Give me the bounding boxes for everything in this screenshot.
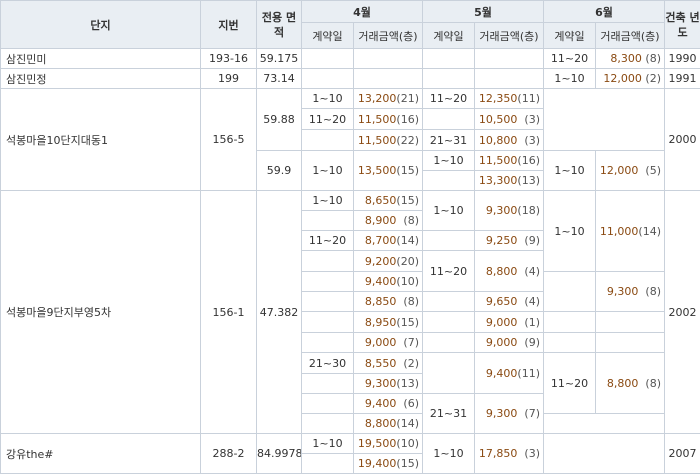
- contract-day: 1~10: [302, 151, 354, 191]
- contract-day: 21~30: [302, 353, 354, 374]
- header-complex: 단지: [1, 1, 201, 49]
- contract-day: 1~10: [302, 191, 354, 211]
- built-year: 1990: [665, 49, 700, 69]
- built-year: 2000: [665, 89, 700, 191]
- built-year: 2002: [665, 191, 700, 434]
- lot-number: 193-16: [201, 49, 257, 69]
- amount-cell: 8,800 (8): [596, 353, 665, 414]
- amount-cell: 19,400(15): [354, 454, 423, 474]
- lot-number: 288-2: [201, 434, 257, 474]
- area-value: 59.9: [257, 151, 302, 191]
- header-area: 전용 면적: [257, 1, 302, 49]
- contract-day: 1~10: [423, 151, 475, 171]
- area-value: 84.9978: [257, 434, 302, 474]
- contract-day: 11~20: [302, 109, 354, 130]
- header-lot: 지번: [201, 1, 257, 49]
- contract-day: 11~20: [544, 49, 596, 69]
- lot-number: 156-1: [201, 191, 257, 434]
- area-value: 59.175: [257, 49, 302, 69]
- contract-day: 1~10: [544, 151, 596, 191]
- header-contract-day: 계약일: [423, 23, 475, 49]
- amount-cell: 11,500(22): [354, 130, 423, 151]
- amount-cell: 9,300 (8): [596, 272, 665, 312]
- complex-name: 삼진민정: [1, 69, 201, 89]
- amount-cell: 12,000 (5): [596, 151, 665, 191]
- table-row: 석봉마을10단지대동1 156-5 59.88 1~10 13,200(21) …: [1, 89, 700, 109]
- contract-day: 1~10: [544, 69, 596, 89]
- area-value: 73.14: [257, 69, 302, 89]
- contract-day: 1~10: [302, 434, 354, 454]
- contract-day: 1~10: [423, 191, 475, 231]
- amount-cell: 9,650 (4): [475, 292, 544, 312]
- amount-cell: 19,500(10): [354, 434, 423, 454]
- contract-day: 11~20: [423, 89, 475, 109]
- amount-cell: 10,500 (3): [475, 109, 544, 130]
- amount-cell: 9,300 (7): [475, 394, 544, 434]
- amount-cell: 11,000(14): [596, 191, 665, 272]
- complex-name: 삼진민미: [1, 49, 201, 69]
- table-row: 강유the# 288-2 84.9978 1~10 19,500(10) 1~1…: [1, 434, 700, 454]
- contract-day: 1~10: [544, 191, 596, 272]
- complex-name: 석봉마을10단지대동1: [1, 89, 201, 191]
- header-contract-day: 계약일: [544, 23, 596, 49]
- area-value: 47.382: [257, 191, 302, 434]
- complex-name: 강유the#: [1, 434, 201, 474]
- header-amount: 거래금액(층): [475, 23, 544, 49]
- amount-cell: 17,850 (3): [475, 434, 544, 474]
- amount-cell: 8,700(14): [354, 231, 423, 251]
- amount-cell: 8,950(15): [354, 312, 423, 333]
- amount-cell: 9,000 (1): [475, 312, 544, 333]
- amount-cell: 9,300(18): [475, 191, 544, 231]
- contract-day: 11~20: [423, 251, 475, 292]
- built-year: 1991: [665, 69, 700, 89]
- header-amount: 거래금액(층): [596, 23, 665, 49]
- header-amount: 거래금액(층): [354, 23, 423, 49]
- contract-day: 21~31: [423, 130, 475, 151]
- lot-number: 156-5: [201, 89, 257, 191]
- table-row: 석봉마을9단지부영5차 156-1 47.382 1~10 8,650(15) …: [1, 191, 700, 211]
- contract-day: 11~20: [302, 231, 354, 251]
- amount-cell: 8,850 (8): [354, 292, 423, 312]
- built-year: 2007: [665, 434, 700, 474]
- amount-cell: 13,300(13): [475, 171, 544, 191]
- area-value: 59.88: [257, 89, 302, 151]
- amount-cell: 8,300 (8): [596, 49, 665, 69]
- amount-cell: 8,800(14): [354, 414, 423, 434]
- lot-number: 199: [201, 69, 257, 89]
- amount-cell: 10,800 (3): [475, 130, 544, 151]
- contract-day: 1~10: [423, 434, 475, 474]
- amount-cell: 8,550 (2): [354, 353, 423, 374]
- amount-cell: 9,000 (9): [475, 333, 544, 353]
- header-month-jun: 6월: [544, 1, 665, 23]
- amount-cell: 8,800 (4): [475, 251, 544, 292]
- amount-cell: 9,200(20): [354, 251, 423, 272]
- amount-cell: 8,900 (8): [354, 211, 423, 231]
- contract-day: 21~31: [423, 394, 475, 434]
- amount-cell: 9,400(10): [354, 272, 423, 292]
- amount-cell: 11,500(16): [475, 151, 544, 171]
- contract-day: 1~10: [302, 89, 354, 109]
- contract-day: 11~20: [544, 353, 596, 414]
- header-built: 건축 년도: [665, 1, 700, 49]
- table-row: 삼진민정 199 73.14 1~10 12,000 (2) 1991: [1, 69, 700, 89]
- header-month-may: 5월: [423, 1, 544, 23]
- amount-cell: 12,350(11): [475, 89, 544, 109]
- real-estate-transaction-table: 단지 지번 전용 면적 4월 5월 6월 건축 년도 계약일 거래금액(층) 계…: [0, 0, 700, 474]
- amount-cell: 9,400(11): [475, 353, 544, 394]
- amount-cell: 12,000 (2): [596, 69, 665, 89]
- amount-cell: 9,000 (7): [354, 333, 423, 353]
- amount-cell: 13,500(15): [354, 151, 423, 191]
- amount-cell: 9,400 (6): [354, 394, 423, 414]
- table-row: 삼진민미 193-16 59.175 11~20 8,300 (8) 1990: [1, 49, 700, 69]
- header-contract-day: 계약일: [302, 23, 354, 49]
- header-month-apr: 4월: [302, 1, 423, 23]
- amount-cell: 9,250 (9): [475, 231, 544, 251]
- amount-cell: 11,500(16): [354, 109, 423, 130]
- amount-cell: 9,300(13): [354, 374, 423, 394]
- amount-cell: 13,200(21): [354, 89, 423, 109]
- complex-name: 석봉마을9단지부영5차: [1, 191, 201, 434]
- amount-cell: 8,650(15): [354, 191, 423, 211]
